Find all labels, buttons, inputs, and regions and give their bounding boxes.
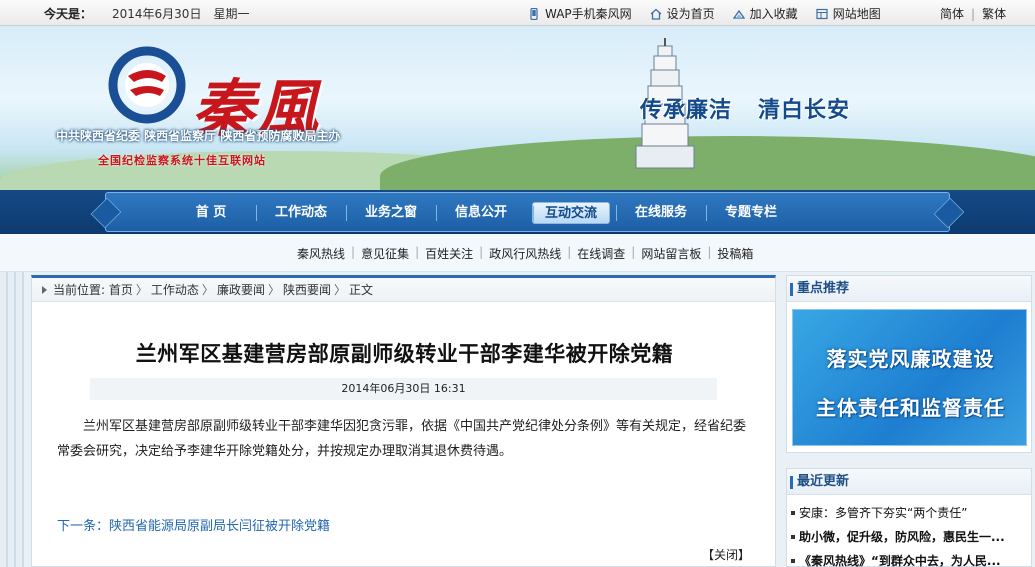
promo-line-2: 主体责任和监督责任	[816, 396, 1005, 420]
bullet-icon	[791, 558, 795, 563]
nav-items: 首 页 工作动态 业务之窗 信息公开 互动交流 在线服务 专题专栏	[166, 202, 796, 224]
nav-item-info-disclosure[interactable]: 信息公开	[436, 202, 526, 224]
bookmark-icon	[732, 9, 745, 19]
subnav-item-public-concern[interactable]: 百姓关注	[425, 245, 473, 262]
latest-heading: 最近更新	[787, 469, 1031, 495]
sitemap-link[interactable]: 网站地图	[816, 5, 881, 22]
list-item[interactable]: 助小微，促升级，防风险，惠民生一...	[791, 525, 1027, 549]
bullet-icon	[791, 534, 795, 539]
featured-heading: 重点推荐	[787, 276, 1031, 302]
close-link[interactable]: 【关闭】	[702, 546, 750, 563]
traditional-chinese-link[interactable]: 繁体	[982, 7, 1006, 21]
breadcrumb-home[interactable]: 首页	[109, 283, 133, 297]
featured-promo-banner[interactable]: 落实党风廉政建设 主体责任和监督责任	[792, 309, 1027, 446]
slogan-right: 清白长安	[758, 97, 851, 123]
phone-icon	[530, 7, 538, 20]
nav-item-work-news[interactable]: 工作动态	[256, 202, 346, 224]
subnav-item-conduct-hotline[interactable]: 政风行风热线	[489, 245, 561, 262]
add-favorite-link[interactable]: 加入收藏	[732, 5, 798, 22]
subnav-item-survey[interactable]: 在线调查	[577, 245, 625, 262]
lang-separator: |	[971, 7, 976, 21]
breadcrumb-integrity-news[interactable]: 廉政要闻	[217, 283, 265, 297]
organizer-text: 中共陕西省纪委 陕西省监察厅 陕西省预防腐败局主办	[56, 129, 341, 143]
subnav-item-message-board[interactable]: 网站留言板	[641, 245, 701, 262]
home-icon	[650, 8, 662, 20]
wap-link[interactable]: WAP手机秦风网	[528, 5, 632, 22]
breadcrumb-work-news[interactable]: 工作动态	[151, 283, 199, 297]
site-banner: 秦風 中共陕西省纪委 陕西省监察厅 陕西省预防腐败局主办 全国纪检监察系统十佳互…	[0, 26, 1035, 190]
left-decorative-border	[0, 272, 24, 567]
nav-item-business[interactable]: 业务之窗	[346, 202, 436, 224]
top-links: WAP手机秦风网 设为首页 加入收藏 网站地图	[528, 5, 899, 22]
nav-item-special-topics[interactable]: 专题专栏	[706, 202, 796, 224]
set-homepage-link[interactable]: 设为首页	[650, 5, 715, 22]
today-label: 今天是：	[44, 7, 93, 21]
nav-left-cap	[90, 197, 122, 229]
subnav-item-hotline[interactable]: 秦风热线	[297, 245, 345, 262]
latest-list: 安康：多管齐下夯实“两个责任” 助小微，促升级，防风险，惠民生一... 《秦风热…	[787, 495, 1031, 567]
nav-item-online-service[interactable]: 在线服务	[616, 202, 706, 224]
sub-nav-items: 秦风热线 | 意见征集 | 百姓关注 | 政风行风热线 | 在线调查 | 网站留言板 | 投…	[297, 245, 754, 262]
breadcrumb-shaanxi-news[interactable]: 陕西要闻	[283, 283, 331, 297]
list-item[interactable]: 《秦风热线》“到群众中去，为人民...	[791, 549, 1027, 567]
sub-nav: 秦风热线 | 意见征集 | 百姓关注 | 政风行风热线 | 在线调查 | 网站留言板 | 投…	[0, 234, 1035, 272]
sitemap-icon	[816, 8, 828, 19]
award-text: 全国纪检监察系统十佳互联网站	[98, 154, 266, 167]
nav-item-home[interactable]: 首 页	[166, 202, 256, 224]
breadcrumb-current: 正文	[349, 283, 374, 297]
nav-item-interaction[interactable]: 互动交流	[532, 202, 610, 224]
article-panel: 当前位置: 首页〉工作动态〉廉政要闻〉陕西要闻〉正文 兰州军区基建营房部原副师级…	[31, 275, 776, 567]
simplified-chinese-link[interactable]: 简体	[940, 7, 964, 21]
sitemap-label: 网站地图	[832, 7, 881, 21]
top-bar: 今天是： 2014年6月30日 星期一 WAP手机秦风网 设为首页 加入收藏 网…	[0, 0, 1035, 26]
list-item[interactable]: 安康：多管齐下夯实“两个责任”	[791, 501, 1027, 525]
breadcrumb-arrow-icon	[42, 286, 47, 294]
next-article-link[interactable]: 下一条：陕西省能源局原副局长闫征被开除党籍	[57, 515, 330, 534]
subnav-item-opinion[interactable]: 意见征集	[361, 245, 409, 262]
slogan-left: 传承廉洁	[640, 97, 733, 123]
article-title: 兰州军区基建营房部原副师级转业干部李建华被开除党籍	[135, 342, 674, 366]
main-nav: 首 页 工作动态 业务之窗 信息公开 互动交流 在线服务 专题专栏	[0, 190, 1035, 234]
nav-right-cap	[933, 197, 965, 229]
wap-link-label: WAP手机秦风网	[545, 7, 632, 21]
current-date: 2014年6月30日 星期一	[112, 7, 250, 21]
add-favorite-label: 加入收藏	[749, 7, 798, 21]
qinfeng-logo-icon	[108, 46, 186, 124]
language-switch: 简体 | 繁体	[940, 5, 1006, 22]
article-body: 兰州军区基建营房部原副师级转业干部李建华因犯贪污罪，依据《中国共产党纪律处分条例…	[57, 419, 747, 459]
featured-box: 重点推荐 落实党风廉政建设 主体责任和监督责任	[786, 275, 1032, 453]
set-homepage-label: 设为首页	[666, 7, 715, 21]
promo-line-1: 落实党风廉政建设	[826, 347, 995, 371]
breadcrumb-prefix: 当前位置:	[53, 283, 106, 297]
subnav-item-submission[interactable]: 投稿箱	[717, 245, 753, 262]
breadcrumb: 当前位置: 首页〉工作动态〉廉政要闻〉陕西要闻〉正文	[32, 278, 775, 302]
bullet-icon	[791, 510, 795, 515]
latest-updates-box: 最近更新 安康：多管齐下夯实“两个责任” 助小微，促升级，防风险，惠民生一...…	[786, 468, 1032, 567]
article-datetime: 2014年06月30日 16:31	[90, 378, 717, 400]
banner-slogan: 传承廉洁 清白长安	[640, 92, 850, 124]
